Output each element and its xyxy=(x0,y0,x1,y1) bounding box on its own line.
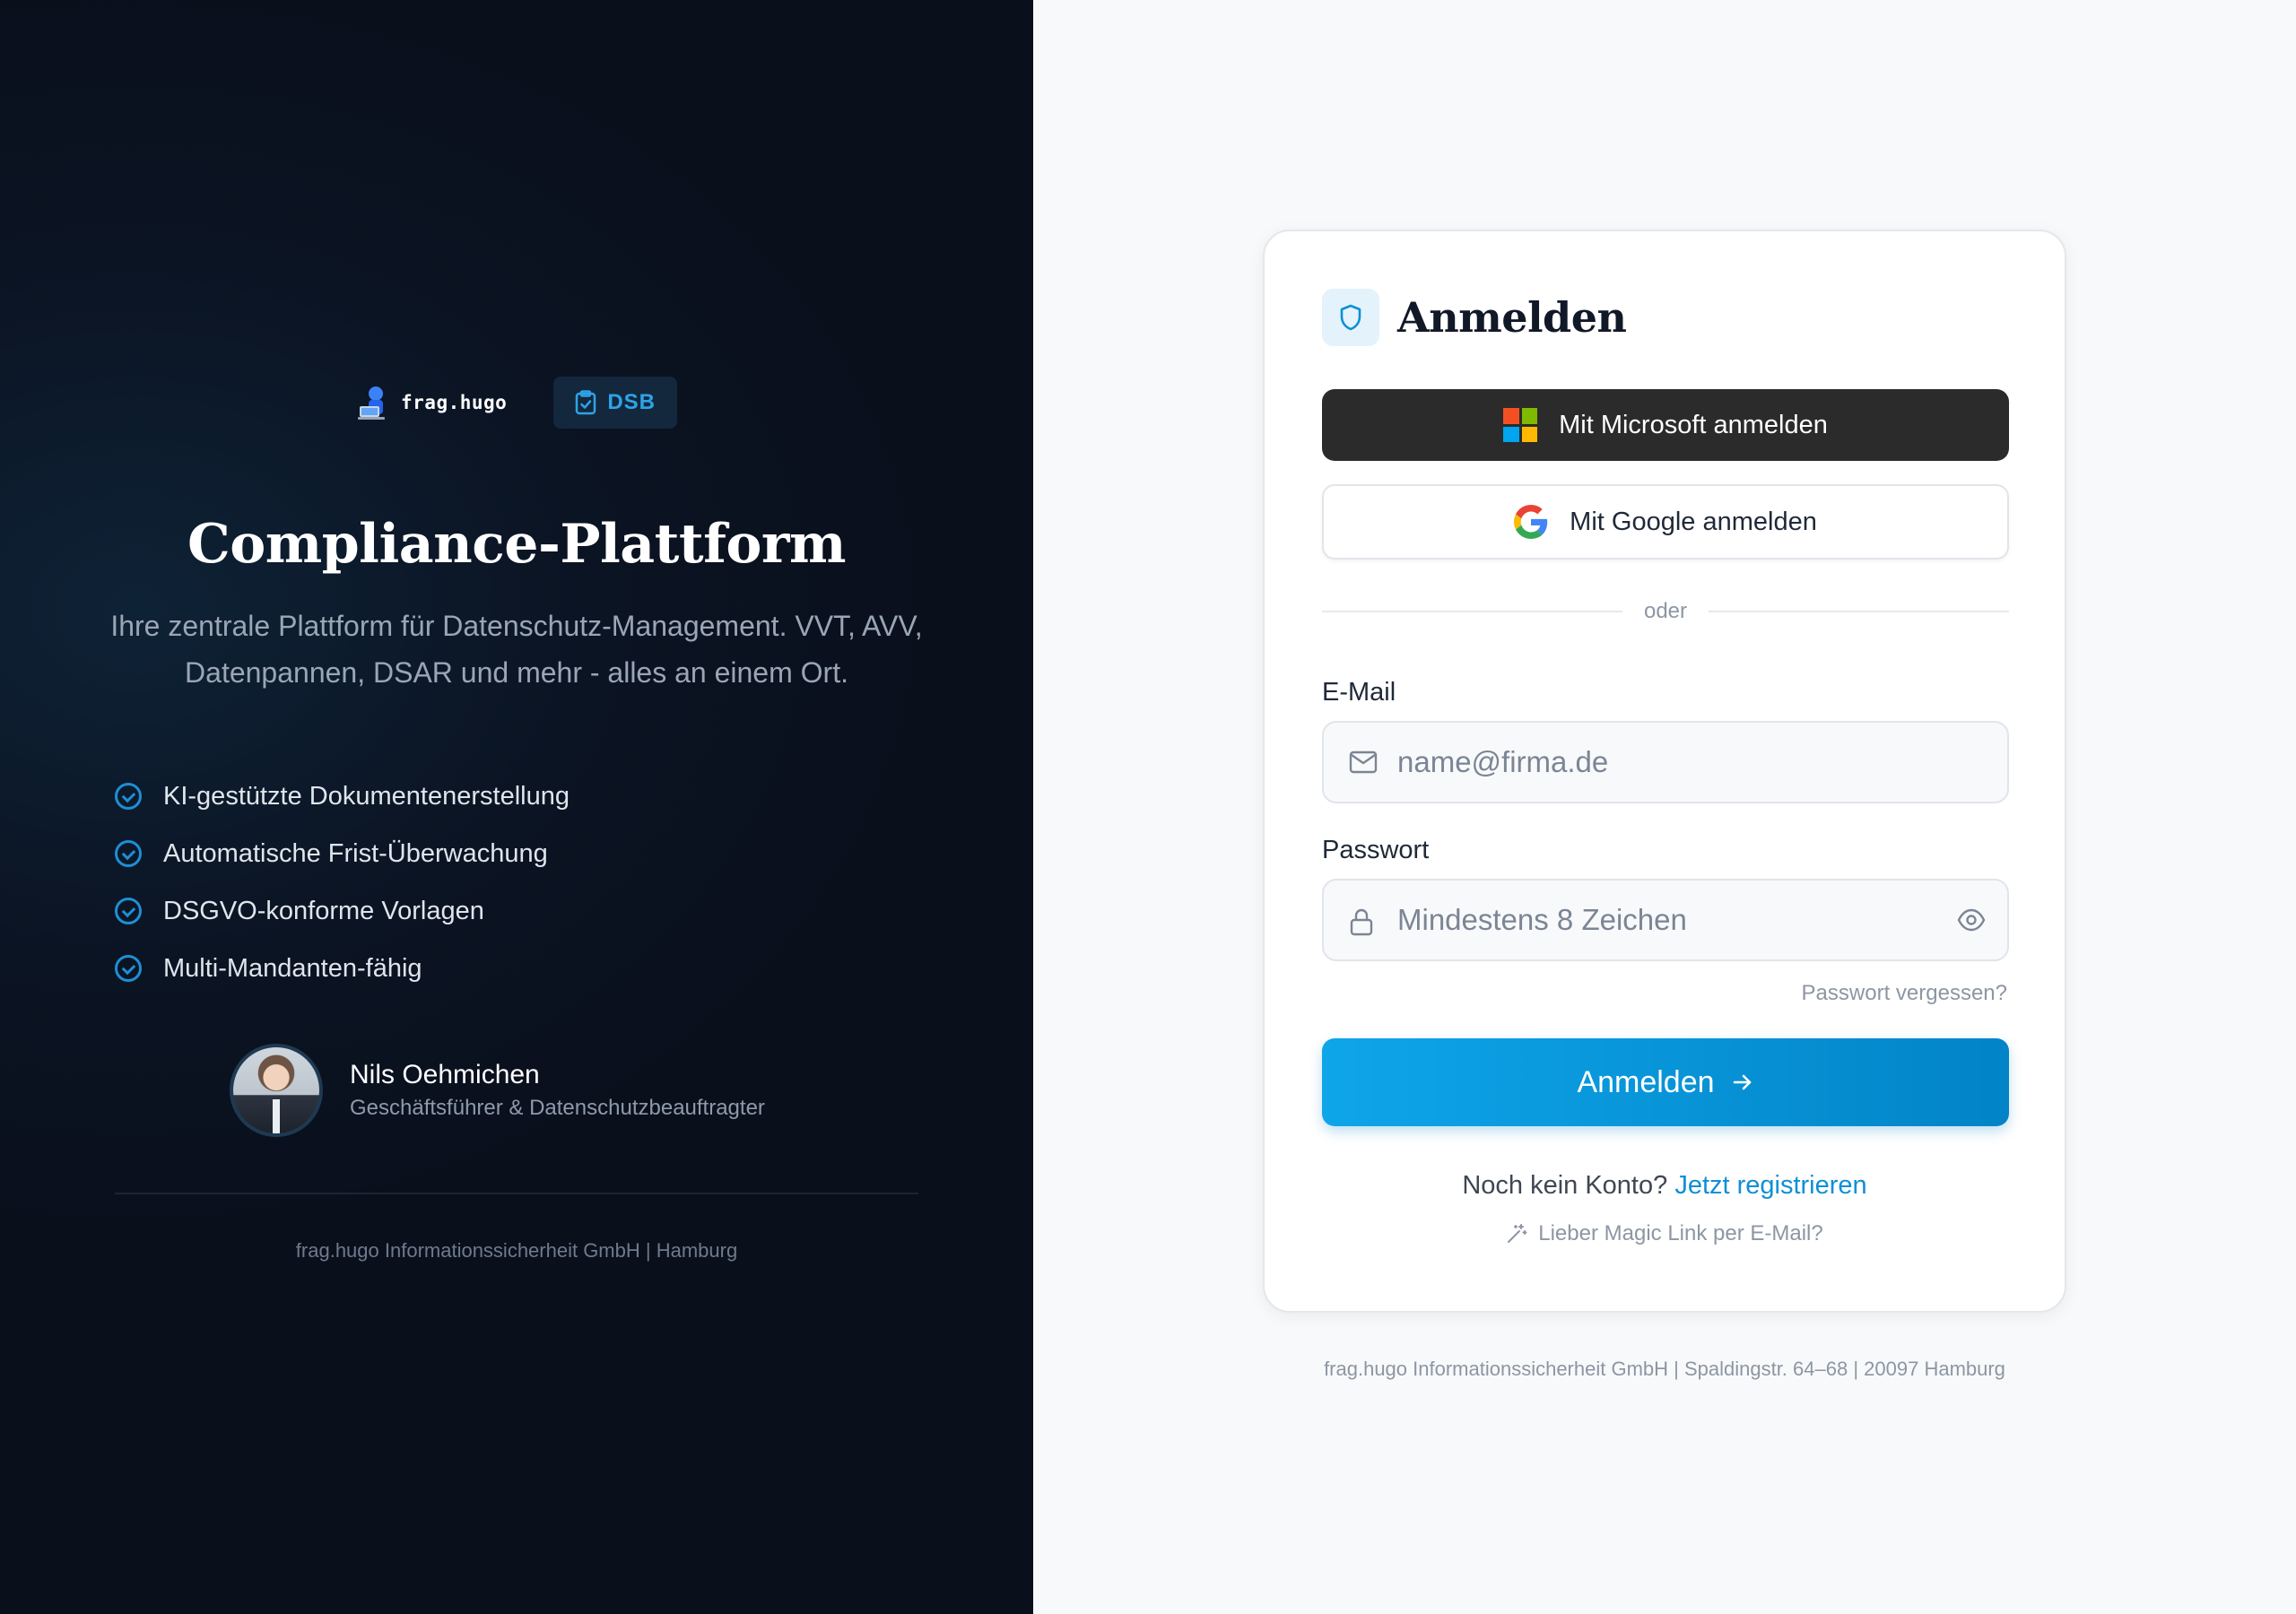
hero-subtitle: Ihre zentrale Plattform für Datenschutz-… xyxy=(110,610,923,689)
check-circle-icon xyxy=(115,955,142,982)
mail-icon xyxy=(1349,751,1378,774)
card-header: Anmelden xyxy=(1322,289,1627,346)
email-field[interactable] xyxy=(1324,723,2007,802)
magic-link[interactable]: Lieber Magic Link per E-Mail? xyxy=(1265,1221,2065,1246)
google-login-label: Mit Google anmelden xyxy=(1570,507,1817,536)
shield-icon xyxy=(1322,289,1379,346)
hugo-mascot-icon xyxy=(358,386,386,420)
avatar xyxy=(230,1044,323,1137)
testimonial-person: Nils Oehmichen Geschäftsführer & Datensc… xyxy=(230,1044,765,1137)
person-role: Geschäftsführer & Datenschutzbeauftragte… xyxy=(350,1096,765,1120)
feature-item: DSGVO-konforme Vorlagen xyxy=(115,882,570,940)
password-field[interactable] xyxy=(1324,881,2007,959)
email-field-wrapper xyxy=(1322,721,2009,803)
arrow-right-icon xyxy=(1733,1074,1751,1090)
password-field-wrapper xyxy=(1322,879,2009,961)
hero-footer: frag.hugo Informationssicherheit GmbH | … xyxy=(295,1239,738,1262)
microsoft-icon xyxy=(1503,408,1538,442)
hero-panel: frag.hugo DSB Compliance-Plattform Ihre … xyxy=(0,0,1033,1614)
feature-text: Automatische Frist-Überwachung xyxy=(163,838,548,868)
person-info: Nils Oehmichen Geschäftsführer & Datensc… xyxy=(350,1060,765,1121)
register-row: Noch kein Konto? Jetzt registrieren xyxy=(1265,1171,2065,1201)
eye-icon[interactable] xyxy=(1957,907,1986,933)
no-account-text: Noch kein Konto? xyxy=(1462,1171,1668,1200)
lock-icon xyxy=(1350,908,1373,936)
feature-item: Automatische Frist-Überwachung xyxy=(115,825,570,882)
login-card: Anmelden Mit Microsoft anmelden Mit Goog… xyxy=(1263,230,2066,1313)
forgot-password-link[interactable]: Passwort vergessen? xyxy=(1802,981,2007,1006)
feature-text: DSGVO-konforme Vorlagen xyxy=(163,896,484,925)
google-icon xyxy=(1514,505,1548,539)
dsb-badge-label: DSB xyxy=(607,390,656,414)
register-link[interactable]: Jetzt registrieren xyxy=(1674,1171,1866,1200)
hero-title: Compliance-Plattform xyxy=(187,513,847,576)
magic-link-label: Lieber Magic Link per E-Mail? xyxy=(1538,1221,1823,1245)
card-title: Anmelden xyxy=(1397,293,1627,342)
microsoft-login-button[interactable]: Mit Microsoft anmelden xyxy=(1322,389,2009,461)
person-name: Nils Oehmichen xyxy=(350,1060,540,1089)
check-circle-icon xyxy=(115,898,142,924)
microsoft-login-label: Mit Microsoft anmelden xyxy=(1559,410,1828,439)
dsb-badge: DSB xyxy=(553,377,677,429)
feature-text: Multi-Mandanten-fähig xyxy=(163,953,422,983)
feature-item: KI-gestützte Dokumentenerstellung xyxy=(115,768,570,825)
login-submit-label: Anmelden xyxy=(1577,1064,1715,1099)
clipboard-check-icon xyxy=(576,390,596,415)
divider xyxy=(115,1193,918,1194)
or-text: oder xyxy=(1643,599,1688,623)
login-footer: frag.hugo Informationssicherheit GmbH | … xyxy=(1324,1358,2005,1380)
feature-text: KI-gestützte Dokumentenerstellung xyxy=(163,781,570,811)
email-label: E-Mail xyxy=(1322,678,1396,707)
or-divider: oder xyxy=(1322,599,2010,624)
google-login-button[interactable]: Mit Google anmelden xyxy=(1322,484,2009,560)
check-circle-icon xyxy=(115,840,142,867)
login-panel: Anmelden Mit Microsoft anmelden Mit Goog… xyxy=(1033,0,2296,1614)
logo-text: frag.hugo xyxy=(401,392,508,413)
login-submit-button[interactable]: Anmelden xyxy=(1322,1038,2009,1126)
check-circle-icon xyxy=(115,783,142,810)
logo: frag.hugo xyxy=(356,383,507,422)
magic-wand-icon xyxy=(1508,1224,1527,1243)
feature-item: Multi-Mandanten-fähig xyxy=(115,940,570,997)
brand-row: frag.hugo DSB xyxy=(0,377,1033,429)
feature-list: KI-gestützte Dokumentenerstellung Automa… xyxy=(115,768,570,997)
password-label: Passwort xyxy=(1322,836,1430,864)
